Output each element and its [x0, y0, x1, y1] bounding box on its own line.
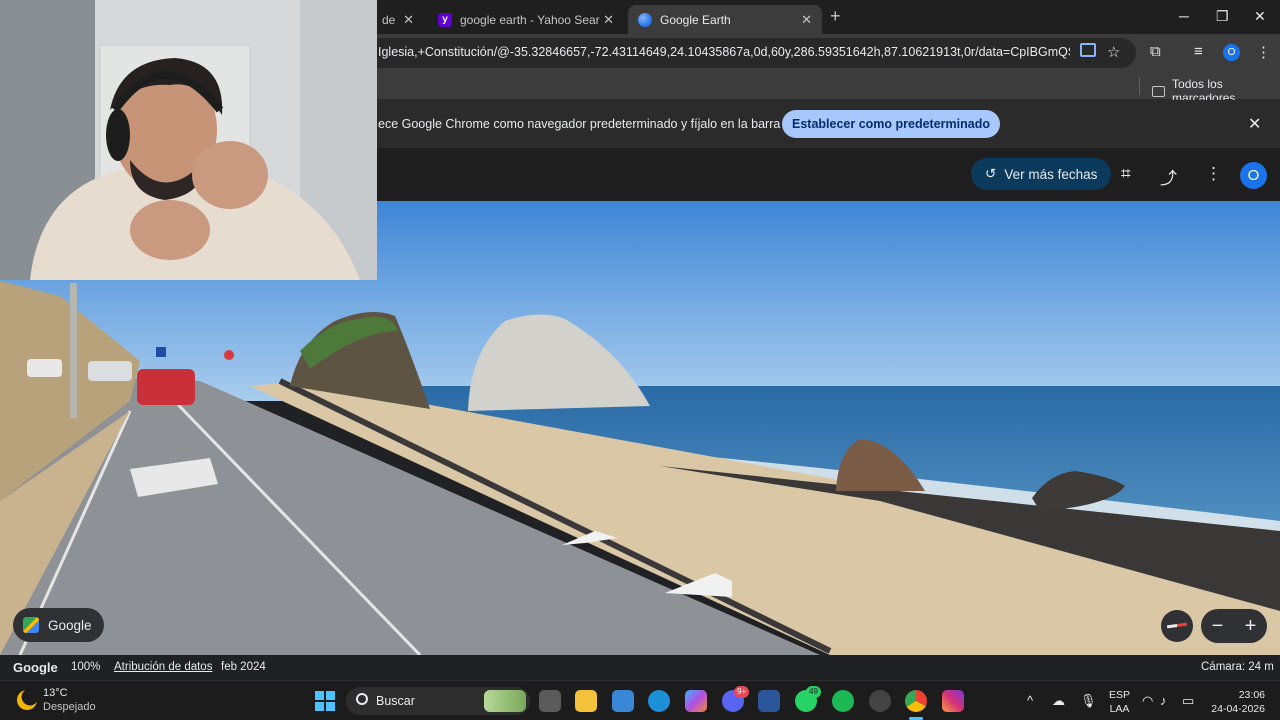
google-maps-icon [23, 617, 39, 633]
search-icon [356, 693, 368, 705]
copilot-icon[interactable] [685, 690, 707, 712]
discord-badge: 9+ [734, 686, 750, 698]
tab-label: Google Earth [660, 12, 731, 27]
camera-altitude: Cámara: 24 m [1201, 661, 1274, 673]
weather-desc: Despejado [43, 701, 96, 713]
chip-label: Google [48, 617, 92, 633]
folder-icon [1152, 85, 1166, 97]
screen: de ✕ y google earth - Yahoo Search Tu ✕ … [0, 0, 1280, 720]
close-icon[interactable]: ✕ [1248, 114, 1261, 134]
taskbar-search[interactable]: Buscar [346, 687, 530, 715]
windows-start-icon[interactable] [315, 691, 335, 711]
spotify-icon[interactable] [832, 690, 854, 712]
close-icon[interactable]: ✕ [403, 12, 414, 28]
lang-code: ESP [1109, 689, 1131, 701]
extensions-icon[interactable]: ⧉ [1150, 43, 1161, 60]
weather-temp: 13°C [43, 687, 68, 699]
tab-label: google earth - Yahoo Search Tu [460, 12, 600, 27]
zoom-in-button[interactable]: + [1245, 615, 1257, 638]
compass-button[interactable] [1161, 610, 1193, 642]
onedrive-cloud-icon[interactable]: ☁ [1052, 693, 1065, 709]
clock-time: 23:06 [1238, 689, 1265, 701]
webcam-overlay [0, 0, 377, 280]
data-attribution-link[interactable]: Atribución de datos [114, 661, 212, 673]
instagram-icon[interactable] [942, 690, 964, 712]
volume-icon[interactable]: ♪ [1160, 693, 1167, 708]
webcam-image [0, 0, 377, 280]
more-dates-button[interactable]: ↺ Ver más fechas [971, 158, 1112, 190]
google-logo: Google [13, 660, 58, 675]
chevron-up-icon[interactable]: ^ [1027, 693, 1033, 708]
moon-weather-icon[interactable] [17, 690, 37, 710]
zoom-level: 100% [71, 661, 101, 673]
clock-date: 24-04-2026 [1211, 703, 1265, 715]
language-indicator[interactable]: ESP LAA [1109, 688, 1130, 716]
tab-yahoo[interactable]: y google earth - Yahoo Search Tu ✕ [428, 5, 624, 34]
compass-needle-icon [1166, 622, 1188, 629]
battery-icon[interactable]: ▭ [1182, 693, 1194, 709]
google-chip[interactable]: Google [13, 608, 104, 642]
set-default-button[interactable]: Establecer como predeterminado [782, 110, 1000, 138]
close-icon[interactable]: ✕ [801, 12, 812, 28]
maximize-button[interactable]: ❐ [1216, 8, 1229, 25]
microsoft-store-icon[interactable] [612, 690, 634, 712]
tab-label: de [382, 12, 396, 27]
infobar-message: ece Google Chrome como navegador predete… [378, 117, 836, 131]
yahoo-icon: y [438, 12, 452, 27]
tab-prev[interactable]: de ✕ [372, 5, 424, 34]
windows-taskbar: 13°C Despejado Buscar 9+ 49 ^ ☁ 🎙 ESP LA… [0, 680, 1280, 720]
edge-icon[interactable] [648, 690, 670, 712]
history-icon: ↺ [985, 166, 997, 181]
screenshot-icon[interactable]: ⌗ [1121, 164, 1131, 184]
imagery-date: feb 2024 [221, 661, 266, 673]
file-explorer-icon[interactable] [575, 690, 597, 712]
zoom-out-button[interactable]: − [1212, 615, 1224, 638]
obs-icon[interactable] [869, 690, 891, 712]
account-avatar[interactable]: O [1240, 162, 1267, 189]
keyboard-layout: LAA [1109, 703, 1130, 715]
media-control-icon[interactable]: ≡ [1194, 43, 1203, 60]
system-clock[interactable]: 23:06 24-04-2026 [1210, 688, 1265, 716]
chrome-icon[interactable] [905, 690, 927, 712]
dates-label: Ver más fechas [1004, 166, 1098, 182]
wifi-icon[interactable]: ◠ [1142, 693, 1153, 709]
profile-avatar[interactable]: O [1223, 44, 1240, 61]
divider [1139, 77, 1140, 95]
url-text[interactable]: Iglesia,+Constitución/@-35.32846657,-72.… [378, 45, 1070, 59]
whatsapp-badge: 49 [806, 686, 821, 698]
google-earth-icon [638, 12, 652, 27]
earth-status-bar: Google 100% Atribución de datos feb 2024… [0, 655, 1280, 680]
bookmark-star-icon[interactable]: ☆ [1107, 43, 1120, 61]
search-label: Buscar [376, 694, 415, 708]
tab-google-earth[interactable]: Google Earth ✕ [628, 5, 822, 34]
more-options-icon[interactable]: ⋮ [1205, 164, 1222, 184]
microphone-icon[interactable]: 🎙 [1080, 693, 1097, 709]
new-tab-button[interactable]: + [830, 6, 841, 27]
search-highlight-image [484, 690, 526, 712]
share-icon[interactable]: ⤴ [1160, 164, 1177, 189]
menu-kebab-icon[interactable]: ⋮ [1256, 43, 1271, 61]
task-view-icon[interactable] [539, 690, 561, 712]
install-app-icon[interactable] [1080, 43, 1096, 57]
minimize-button[interactable]: ─ [1179, 8, 1189, 24]
close-window-button[interactable]: ✕ [1254, 8, 1266, 25]
close-icon[interactable]: ✕ [603, 12, 614, 28]
zoom-control: − + [1201, 609, 1267, 643]
word-icon[interactable] [758, 690, 780, 712]
